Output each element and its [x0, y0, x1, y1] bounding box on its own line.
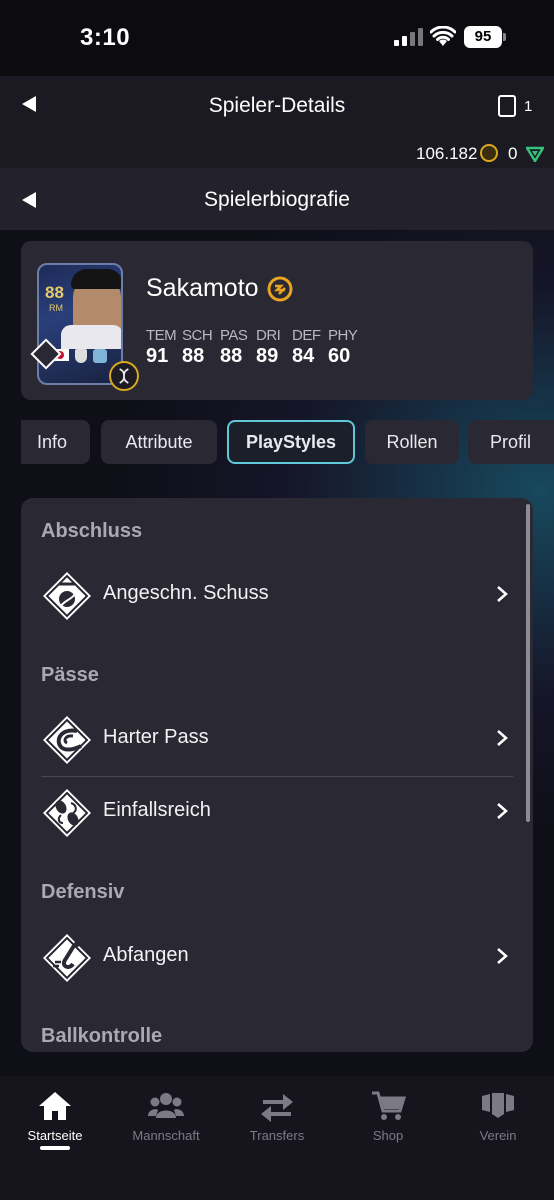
nav-label: Mannschaft	[132, 1128, 200, 1143]
category-heading: Ballkontrolle	[41, 1025, 163, 1047]
bottom-nav: Startseite Mannschaft Transfers Shop Ver…	[0, 1076, 554, 1200]
stat-dribbling: DRI 89	[256, 327, 281, 367]
playstyles-panel[interactable]: Abschluss Angeschn. Schuss Pässe Harter …	[21, 498, 533, 1052]
coin-icon	[480, 144, 498, 162]
playstyle-row[interactable]: Einfallsreich	[21, 778, 533, 844]
scrollbar[interactable]	[526, 504, 530, 822]
player-rating: 88	[45, 283, 64, 302]
category-heading: Defensiv	[41, 881, 125, 903]
nav-label: Startseite	[27, 1128, 83, 1143]
playstyle-row[interactable]: Angeschn. Schuss	[21, 561, 533, 627]
playstyle-row[interactable]: Abfangen	[21, 923, 533, 989]
nav-label: Transfers	[249, 1128, 305, 1143]
coins-balance: 106.182	[416, 144, 478, 163]
chevron-right-icon	[497, 803, 508, 819]
tab-profil[interactable]: Profil	[468, 420, 554, 464]
playstyle-plus-badge-icon	[267, 276, 293, 302]
stat-physical: PHY 60	[328, 327, 358, 367]
evolution-dna-icon	[109, 361, 139, 391]
detail-tabs: Info Attribute PlayStyles Rollen Profil	[0, 420, 554, 466]
nav-label: Shop	[372, 1128, 404, 1143]
nav-verein[interactable]: Verein	[443, 1090, 553, 1180]
stat-pace: TEM 91	[146, 327, 177, 367]
playstyle-row[interactable]: Harter Pass	[21, 705, 533, 771]
category-heading: Pässe	[41, 664, 99, 686]
nav-startseite[interactable]: Startseite	[0, 1090, 110, 1180]
card-count: 1	[524, 98, 533, 115]
player-card: 88 RM Sakamoto TEM 91 SCH 88 PAS 88 DRI …	[21, 241, 533, 400]
stat-shooting: SCH 88	[182, 327, 213, 367]
nav-label: Verein	[479, 1128, 517, 1143]
main-content: 88 RM Sakamoto TEM 91 SCH 88 PAS 88 DRI …	[0, 230, 554, 1076]
battery-level: 95	[464, 26, 502, 48]
player-stats: TEM 91 SCH 88 PAS 88 DRI 89 DEF 84 PHY 6…	[146, 327, 364, 368]
player-position: RM	[49, 303, 63, 313]
battery-icon: 95	[464, 26, 506, 48]
tab-rollen[interactable]: Rollen	[365, 420, 459, 464]
team-icon	[148, 1093, 184, 1118]
chevron-right-icon	[497, 730, 508, 746]
playstyle-label: Abfangen	[103, 944, 189, 966]
sub-header: Spielerbiografie	[0, 168, 554, 230]
active-indicator	[40, 1146, 70, 1150]
home-icon	[39, 1092, 71, 1120]
nav-mannschaft[interactable]: Mannschaft	[111, 1090, 221, 1180]
app-header: Spieler-Details 1 106.182 0	[0, 76, 554, 168]
tab-attribute[interactable]: Attribute	[101, 420, 217, 464]
nav-transfers[interactable]: Transfers	[222, 1090, 332, 1180]
shop-icon	[372, 1091, 406, 1120]
section-title: Spielerbiografie	[204, 188, 350, 211]
stat-defending: DEF 84	[292, 327, 321, 367]
inventive-icon	[43, 789, 91, 837]
nav-shop[interactable]: Shop	[333, 1090, 443, 1180]
points-balance: 0	[508, 144, 518, 163]
page-title: Spieler-Details	[208, 94, 346, 117]
category-heading: Abschluss	[41, 520, 143, 542]
player-name: Sakamoto	[146, 274, 259, 302]
player-card-image[interactable]: 88 RM	[37, 263, 123, 385]
wifi-icon	[430, 26, 456, 46]
intercept-icon	[43, 934, 91, 982]
status-time: 3:10	[80, 24, 131, 51]
hard-pass-icon	[43, 716, 91, 764]
status-bar: 3:10 95	[0, 0, 554, 76]
tab-playstyles[interactable]: PlayStyles	[227, 420, 355, 464]
curve-shot-icon	[43, 572, 91, 620]
card-icon[interactable]	[498, 95, 516, 117]
signal-icon	[394, 28, 424, 46]
club-icon	[482, 1093, 514, 1118]
row-divider	[41, 776, 513, 777]
playstyle-label: Harter Pass	[103, 726, 209, 748]
club-badge-icon	[93, 349, 107, 363]
chevron-right-icon	[497, 948, 508, 964]
fc-points-icon	[526, 146, 544, 162]
tab-info[interactable]: Info	[21, 420, 90, 464]
stat-passing: PAS 88	[220, 327, 248, 367]
playstyle-label: Einfallsreich	[103, 799, 211, 821]
transfers-icon	[261, 1094, 293, 1122]
league-badge-icon	[75, 349, 87, 363]
playstyle-label: Angeschn. Schuss	[103, 582, 269, 604]
chevron-right-icon	[497, 586, 508, 602]
